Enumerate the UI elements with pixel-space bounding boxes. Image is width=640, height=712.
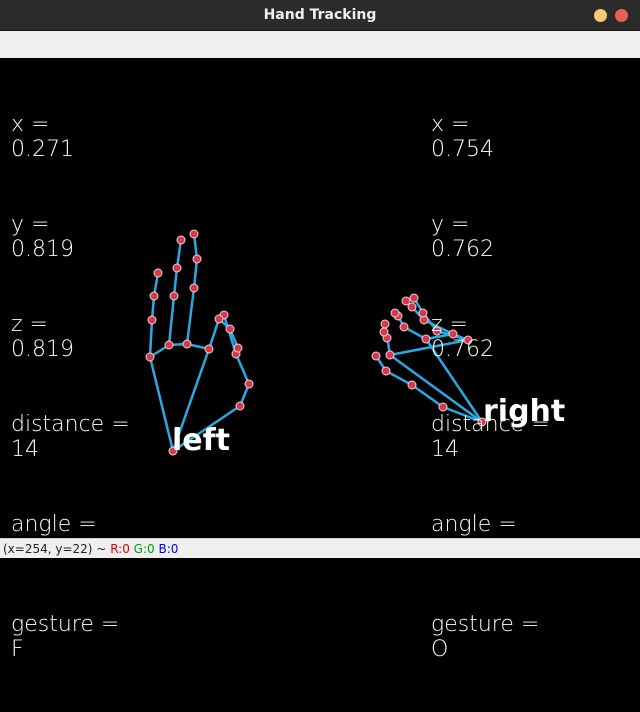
left-hand-bone [167, 295, 176, 346]
right-hand-label: right [483, 394, 566, 429]
left-hand-joint [189, 229, 199, 239]
close-button[interactable] [615, 9, 628, 22]
left-x-readout: x0.271 [11, 112, 137, 162]
right-hand-joint [385, 350, 395, 360]
left-hand-bone [148, 356, 175, 452]
left-hand-bone [148, 319, 154, 358]
left-hand-joint [225, 324, 235, 334]
left-hand-joint [182, 339, 192, 349]
left-hand-joint [233, 343, 243, 353]
left-hand-joint [214, 314, 224, 324]
right-hand-joint [401, 296, 411, 306]
video-canvas: x0.271 y0.819 z0.819 distance14 angle83 … [0, 58, 640, 662]
blue-value: B:0 [158, 542, 179, 556]
right-hand-joint [380, 319, 390, 329]
left-hand-joint [176, 235, 186, 245]
left-z-readout: z0.819 [11, 312, 137, 362]
left-hand-bone [234, 353, 251, 385]
right-gesture-readout: gestureO [431, 612, 557, 662]
left-hand-joint [189, 283, 199, 293]
status-bar: (x=254, y=22) ~ R:0 G:0 B:0 [0, 538, 640, 558]
left-hand-joint [204, 344, 214, 354]
right-hand-joint [399, 322, 409, 332]
right-hand-joint [421, 334, 431, 344]
right-z-readout: z0.762 [431, 312, 557, 362]
left-hand-bone [207, 318, 221, 350]
left-hand-info: x0.271 y0.819 z0.819 distance14 angle83 … [11, 62, 137, 712]
left-hand-joint [164, 340, 174, 350]
right-hand-joint [409, 293, 419, 303]
left-hand-joint [145, 352, 155, 362]
right-hand-joint [418, 308, 428, 318]
left-hand-joint [147, 315, 157, 325]
left-hand-bone [185, 287, 196, 345]
window-title: Hand Tracking [263, 7, 377, 23]
right-x-readout: x0.754 [431, 112, 557, 162]
cursor-position: (x=254, y=22) ~ [3, 542, 107, 556]
right-hand-info: x0.754 y0.762 z0.762 distance14 angle109… [431, 62, 557, 712]
right-hand-joint [381, 366, 391, 376]
minimize-button[interactable] [594, 9, 607, 22]
right-hand-joint [379, 327, 389, 337]
left-hand-label: left [172, 423, 231, 458]
left-hand-skeleton [145, 229, 254, 456]
left-y-readout: y0.819 [11, 212, 137, 262]
green-value: G:0 [133, 542, 155, 556]
left-hand-joint [192, 254, 202, 264]
toolbar [0, 31, 640, 58]
right-hand-joint [371, 351, 381, 361]
left-hand-joint [169, 291, 179, 301]
left-hand-joint [244, 379, 254, 389]
right-hand-joint [407, 302, 417, 312]
left-hand-joint [172, 263, 182, 273]
left-hand-joint [235, 401, 245, 411]
left-hand-joint [149, 291, 159, 301]
left-hand-joint [153, 268, 163, 278]
left-distance-readout: distance14 [11, 412, 137, 462]
right-y-readout: y0.762 [431, 212, 557, 262]
right-hand-joint [390, 308, 400, 318]
red-value: R:0 [110, 542, 130, 556]
title-bar: Hand Tracking [0, 0, 640, 31]
left-gesture-readout: gestureF [11, 612, 137, 662]
right-hand-joint [407, 380, 417, 390]
